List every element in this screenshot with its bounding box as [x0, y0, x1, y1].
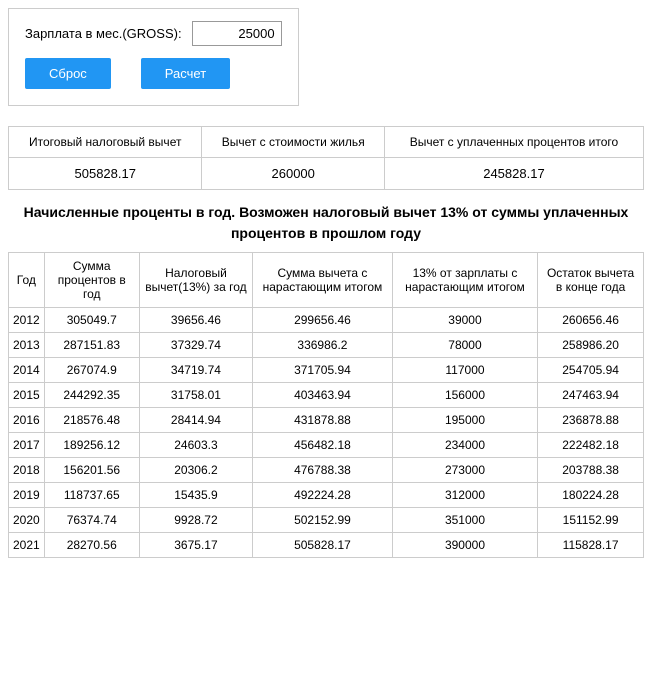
table-row: 2015244292.3531758.01403463.941560002474… — [9, 383, 644, 408]
table-row: 2019118737.6515435.9492224.2831200018022… — [9, 483, 644, 508]
table-cell: 502152.99 — [253, 508, 393, 533]
main-header-2: Налоговый вычет(13%) за год — [139, 253, 252, 308]
button-row: Сброс Расчет — [25, 58, 282, 89]
table-cell: 371705.94 — [253, 358, 393, 383]
table-cell: 273000 — [392, 458, 537, 483]
table-cell: 189256.12 — [44, 433, 139, 458]
table-cell: 180224.28 — [538, 483, 644, 508]
table-cell: 39000 — [392, 308, 537, 333]
table-cell: 456482.18 — [253, 433, 393, 458]
table-cell: 267074.9 — [44, 358, 139, 383]
main-header-4: 13% от зарплаты с нарастающим итогом — [392, 253, 537, 308]
table-row: 202076374.749928.72502152.99351000151152… — [9, 508, 644, 533]
table-cell: 15435.9 — [139, 483, 252, 508]
summary-value-0: 505828.17 — [9, 158, 202, 190]
table-cell: 156000 — [392, 383, 537, 408]
table-cell: 336986.2 — [253, 333, 393, 358]
table-row: 2014267074.934719.74371705.9411700025470… — [9, 358, 644, 383]
table-cell: 117000 — [392, 358, 537, 383]
summary-table: Итоговый налоговый вычет Вычет с стоимос… — [8, 126, 644, 190]
salary-row: Зарплата в мес.(GROSS): — [25, 21, 282, 46]
table-row: 2017189256.1224603.3456482.1823400022248… — [9, 433, 644, 458]
summary-value-2: 245828.17 — [384, 158, 643, 190]
salary-input[interactable] — [192, 21, 282, 46]
salary-label: Зарплата в мес.(GROSS): — [25, 26, 182, 41]
table-cell: 222482.18 — [538, 433, 644, 458]
table-cell: 151152.99 — [538, 508, 644, 533]
table-cell: 78000 — [392, 333, 537, 358]
table-cell: 39656.46 — [139, 308, 252, 333]
table-row: 202128270.563675.17505828.17390000115828… — [9, 533, 644, 558]
table-cell: 118737.65 — [44, 483, 139, 508]
top-section: Зарплата в мес.(GROSS): Сброс Расчет — [8, 8, 299, 106]
table-row: 2016218576.4828414.94431878.881950002368… — [9, 408, 644, 433]
table-cell: 28270.56 — [44, 533, 139, 558]
main-header-row: Год Сумма процентов в год Налоговый выче… — [9, 253, 644, 308]
table-cell: 234000 — [392, 433, 537, 458]
table-cell: 312000 — [392, 483, 537, 508]
table-cell: 2015 — [9, 383, 45, 408]
table-cell: 2013 — [9, 333, 45, 358]
table-row: 2018156201.5620306.2476788.3827300020378… — [9, 458, 644, 483]
table-cell: 20306.2 — [139, 458, 252, 483]
table-cell: 218576.48 — [44, 408, 139, 433]
main-header-3: Сумма вычета с нарастающим итогом — [253, 253, 393, 308]
table-cell: 492224.28 — [253, 483, 393, 508]
main-table-section: Год Сумма процентов в год Налоговый выче… — [8, 252, 644, 558]
table-cell: 505828.17 — [253, 533, 393, 558]
table-cell: 258986.20 — [538, 333, 644, 358]
summary-header-0: Итоговый налоговый вычет — [9, 127, 202, 158]
table-cell: 2020 — [9, 508, 45, 533]
table-cell: 34719.74 — [139, 358, 252, 383]
table-cell: 2014 — [9, 358, 45, 383]
table-cell: 3675.17 — [139, 533, 252, 558]
table-cell: 37329.74 — [139, 333, 252, 358]
table-cell: 254705.94 — [538, 358, 644, 383]
summary-data-row: 505828.17 260000 245828.17 — [9, 158, 644, 190]
main-header-0: Год — [9, 253, 45, 308]
table-cell: 247463.94 — [538, 383, 644, 408]
table-cell: 203788.38 — [538, 458, 644, 483]
table-cell: 236878.88 — [538, 408, 644, 433]
table-cell: 244292.35 — [44, 383, 139, 408]
table-cell: 2017 — [9, 433, 45, 458]
table-cell: 9928.72 — [139, 508, 252, 533]
table-cell: 28414.94 — [139, 408, 252, 433]
table-cell: 115828.17 — [538, 533, 644, 558]
calc-button[interactable]: Расчет — [141, 58, 230, 89]
summary-header-1: Вычет с стоимости жилья — [202, 127, 384, 158]
table-cell: 76374.74 — [44, 508, 139, 533]
table-cell: 156201.56 — [44, 458, 139, 483]
main-header-1: Сумма процентов в год — [44, 253, 139, 308]
summary-header-2: Вычет с уплаченных процентов итого — [384, 127, 643, 158]
summary-header-row: Итоговый налоговый вычет Вычет с стоимос… — [9, 127, 644, 158]
table-cell: 2016 — [9, 408, 45, 433]
table-cell: 24603.3 — [139, 433, 252, 458]
table-cell: 351000 — [392, 508, 537, 533]
table-row: 2013287151.8337329.74336986.278000258986… — [9, 333, 644, 358]
table-cell: 299656.46 — [253, 308, 393, 333]
table-cell: 287151.83 — [44, 333, 139, 358]
table-cell: 2018 — [9, 458, 45, 483]
reset-button[interactable]: Сброс — [25, 58, 111, 89]
table-cell: 431878.88 — [253, 408, 393, 433]
notice-text: Начисленные проценты в год. Возможен нал… — [8, 202, 644, 244]
table-cell: 2021 — [9, 533, 45, 558]
table-cell: 476788.38 — [253, 458, 393, 483]
main-table: Год Сумма процентов в год Налоговый выче… — [8, 252, 644, 558]
table-cell: 260656.46 — [538, 308, 644, 333]
summary-section: Итоговый налоговый вычет Вычет с стоимос… — [8, 126, 644, 190]
table-cell: 2019 — [9, 483, 45, 508]
table-cell: 403463.94 — [253, 383, 393, 408]
table-cell: 390000 — [392, 533, 537, 558]
table-cell: 31758.01 — [139, 383, 252, 408]
main-header-5: Остаток вычета в конце года — [538, 253, 644, 308]
table-cell: 195000 — [392, 408, 537, 433]
summary-value-1: 260000 — [202, 158, 384, 190]
table-cell: 2012 — [9, 308, 45, 333]
table-row: 2012305049.739656.46299656.4639000260656… — [9, 308, 644, 333]
table-cell: 305049.7 — [44, 308, 139, 333]
